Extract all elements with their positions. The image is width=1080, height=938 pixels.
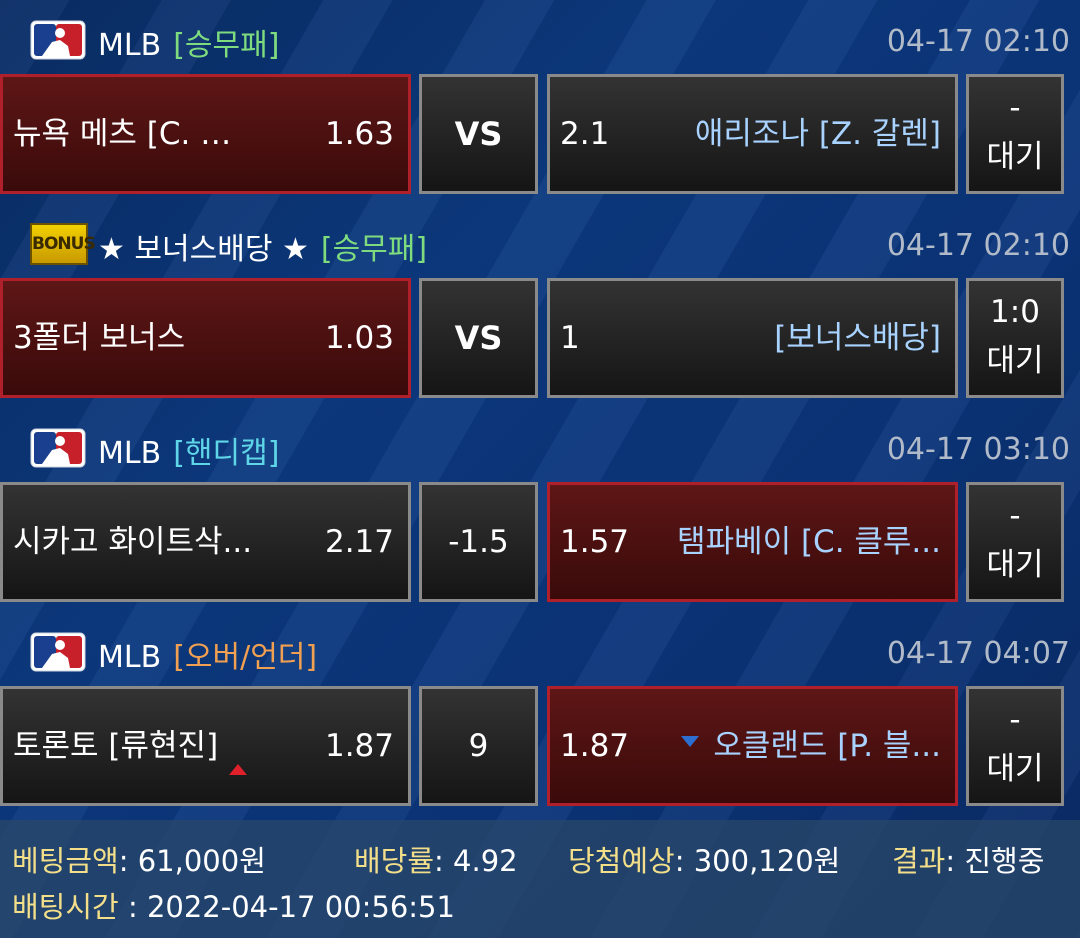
home-odds: 1.87 bbox=[324, 728, 394, 764]
expected-winnings: 당첨예상: 300,120원 bbox=[568, 844, 841, 878]
result-status: 대기 bbox=[986, 139, 1044, 175]
away-team-name: [보너스배당] bbox=[774, 320, 941, 356]
bet-type: [승무패] bbox=[173, 28, 280, 63]
away-team-button[interactable]: 1 [보너스배당] bbox=[547, 278, 958, 398]
away-team-name: 오클랜드 [P. 블... bbox=[713, 728, 941, 764]
result-score: - bbox=[1009, 498, 1021, 534]
game-time: 04-17 04:07 bbox=[886, 636, 1070, 671]
home-odds: 1.63 bbox=[324, 116, 394, 152]
game-time: 04-17 02:10 bbox=[886, 24, 1070, 59]
game-time: 04-17 02:10 bbox=[886, 228, 1070, 263]
result-score: - bbox=[1009, 90, 1021, 126]
down-arrow-icon bbox=[681, 736, 699, 747]
home-team-name: 뉴욕 메츠 [C. 카... bbox=[13, 116, 258, 152]
away-odds: 1.57 bbox=[560, 524, 630, 560]
bet-header: BONUS ★ 보너스배당 ★ [승무패] 04-17 02:10 bbox=[0, 204, 1080, 278]
home-team-name: 시카고 화이트삭... bbox=[13, 524, 253, 560]
bet-header: MLB [핸디캡] 04-17 03:10 bbox=[0, 408, 1080, 482]
result-score: 1:0 bbox=[990, 294, 1040, 330]
bet-header: MLB [오버/언더] 04-17 04:07 bbox=[0, 612, 1080, 686]
result-status: 대기 bbox=[986, 751, 1044, 787]
league-name: MLB [승무패] bbox=[98, 28, 280, 63]
away-team-button[interactable]: 1.57 탬파베이 [C. 클루... bbox=[547, 482, 958, 602]
bet-amount: 베팅금액: 61,000원 bbox=[12, 844, 266, 878]
bet-row-4: MLB [오버/언더] 04-17 04:07 토론토 [류현진] 1.87 9 … bbox=[0, 612, 1080, 816]
home-team-button[interactable]: 시카고 화이트삭... 2.17 bbox=[0, 482, 411, 602]
home-team-button[interactable]: 토론토 [류현진] 1.87 bbox=[0, 686, 411, 806]
away-team-name: 애리조나 [Z. 갈렌] bbox=[694, 116, 941, 152]
bet-type: [오버/언더] bbox=[173, 640, 318, 675]
bonus-badge-icon: BONUS bbox=[30, 223, 96, 265]
away-team-button[interactable]: 1.87 오클랜드 [P. 블... bbox=[547, 686, 958, 806]
result-box: - 대기 bbox=[966, 74, 1064, 194]
away-team-name: 탬파베이 [C. 클루... bbox=[677, 524, 941, 560]
league-name: MLB [오버/언더] bbox=[98, 640, 318, 675]
bet-row-1: MLB [승무패] 04-17 02:10 뉴욕 메츠 [C. 카... 1.63… bbox=[0, 0, 1080, 204]
home-team-button[interactable]: 3폴더 보너스 1.03 bbox=[0, 278, 411, 398]
home-odds: 2.17 bbox=[324, 524, 394, 560]
result-box: - 대기 bbox=[966, 482, 1064, 602]
result-status: 대기 bbox=[986, 547, 1044, 583]
mlb-logo-icon bbox=[30, 428, 86, 468]
mlb-logo-icon bbox=[30, 20, 86, 60]
handicap-button[interactable]: -1.5 bbox=[419, 482, 538, 602]
away-team-button[interactable]: 2.1 애리조나 [Z. 갈렌] bbox=[547, 74, 958, 194]
home-team-name: 토론토 [류현진] bbox=[13, 728, 219, 764]
bet-summary: 베팅금액: 61,000원 배당률: 4.92 당첨예상: 300,120원 결… bbox=[0, 820, 1080, 938]
bet-type: [핸디캡] bbox=[173, 436, 280, 471]
home-odds: 1.03 bbox=[324, 320, 394, 356]
odds-rate: 배당률: 4.92 bbox=[354, 844, 518, 878]
home-team-button[interactable]: 뉴욕 메츠 [C. 카... 1.63 bbox=[0, 74, 411, 194]
away-odds: 1 bbox=[560, 320, 580, 356]
league-name: ★ 보너스배당 ★ [승무패] bbox=[98, 232, 428, 267]
result-score: - bbox=[1009, 702, 1021, 738]
home-team-name: 3폴더 보너스 bbox=[13, 320, 186, 356]
away-odds: 2.1 bbox=[560, 116, 610, 152]
up-arrow-icon bbox=[229, 764, 247, 775]
bet-type: [승무패] bbox=[320, 232, 428, 267]
bet-time: 배팅시간 : 2022-04-17 00:56:51 bbox=[12, 890, 455, 924]
mlb-logo-icon bbox=[30, 632, 86, 672]
result-status: 대기 bbox=[986, 343, 1044, 379]
bet-row-3: MLB [핸디캡] 04-17 03:10 시카고 화이트삭... 2.17 -1… bbox=[0, 408, 1080, 612]
vs-button[interactable]: VS bbox=[419, 74, 538, 194]
result-box: - 대기 bbox=[966, 686, 1064, 806]
league-name: MLB [핸디캡] bbox=[98, 436, 280, 471]
bet-header: MLB [승무패] 04-17 02:10 bbox=[0, 0, 1080, 74]
bet-result: 결과: 진행중 bbox=[892, 844, 1045, 878]
away-odds: 1.87 bbox=[560, 728, 630, 764]
vs-button[interactable]: VS bbox=[419, 278, 538, 398]
result-box: 1:0 대기 bbox=[966, 278, 1064, 398]
game-time: 04-17 03:10 bbox=[886, 432, 1070, 467]
bet-row-2: BONUS ★ 보너스배당 ★ [승무패] 04-17 02:10 3폴더 보너스… bbox=[0, 204, 1080, 408]
over-under-line-button[interactable]: 9 bbox=[419, 686, 538, 806]
